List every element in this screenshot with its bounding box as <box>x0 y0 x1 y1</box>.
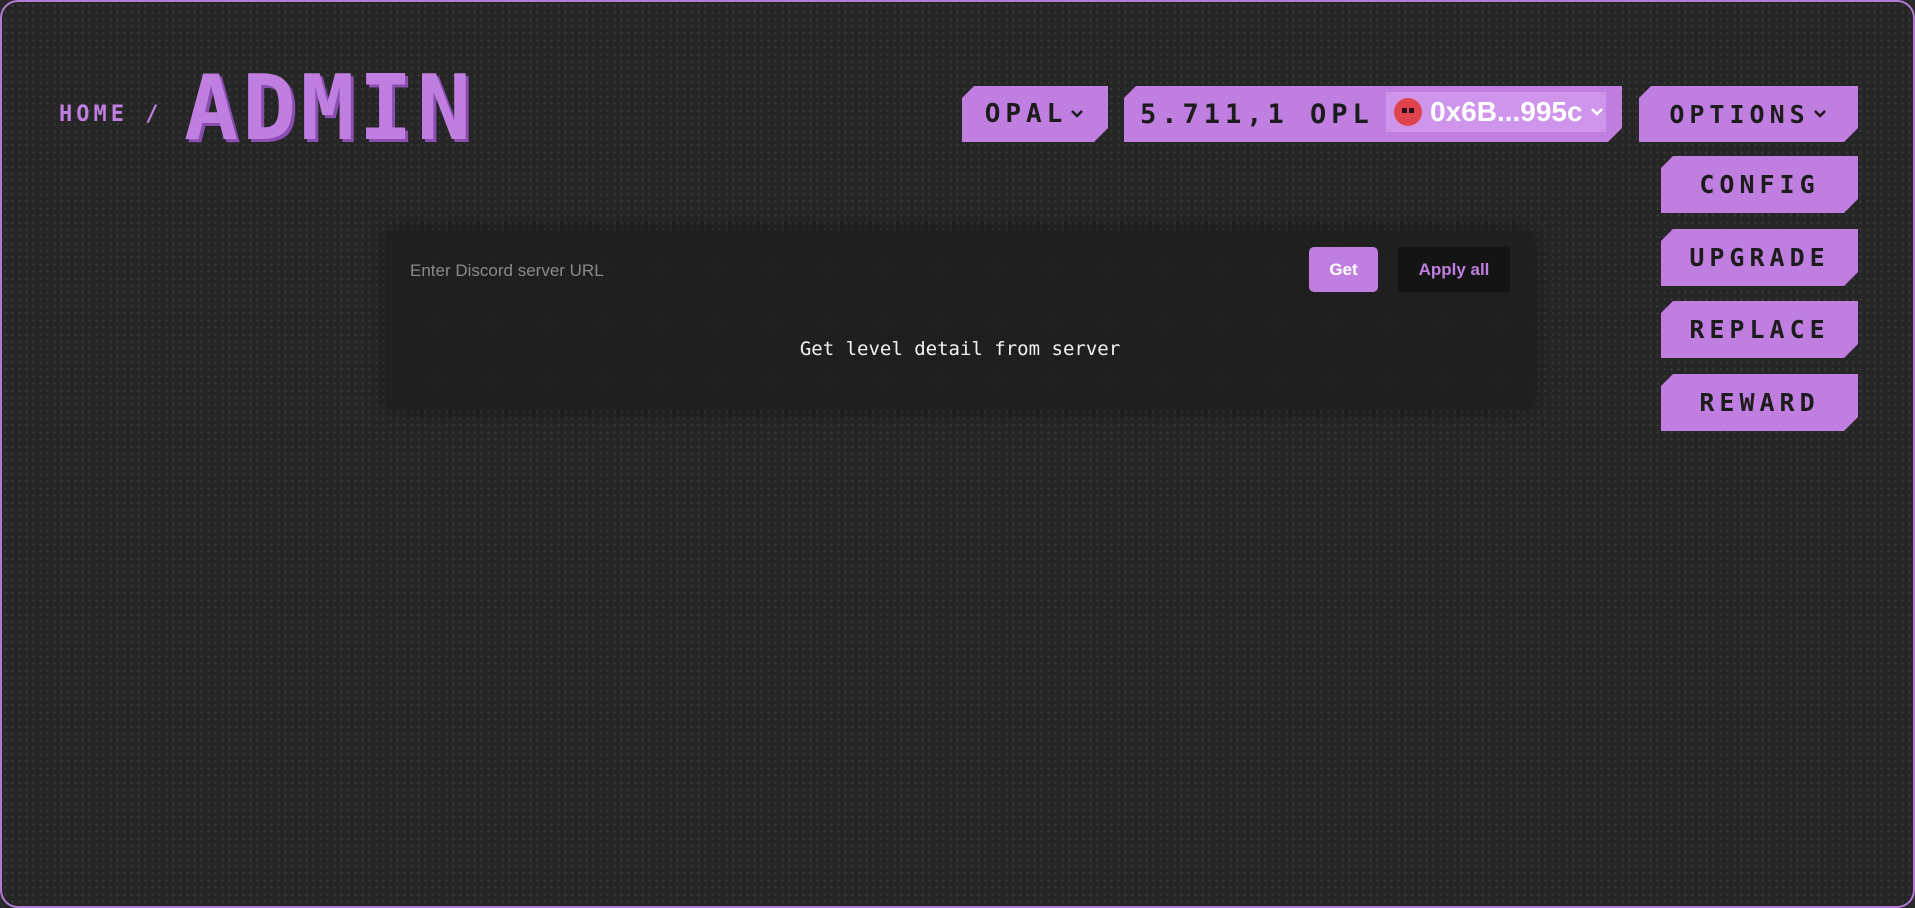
reward-button[interactable]: REWARD <box>1661 374 1858 431</box>
token-selector-button[interactable]: OPAL <box>962 86 1108 142</box>
server-lookup-panel: Get Apply all Get level detail from serv… <box>386 230 1534 410</box>
chevron-down-icon <box>1812 106 1828 122</box>
replace-button[interactable]: REPLACE <box>1661 301 1858 358</box>
balance-label: 5.711,1 OPL <box>1140 98 1374 130</box>
discord-url-input[interactable] <box>408 250 1102 292</box>
chevron-down-icon <box>1589 104 1605 120</box>
apply-all-button[interactable]: Apply all <box>1398 247 1510 292</box>
app-frame: HOME / ADMIN OPAL 5.711,1 OPL 0x6B...995… <box>0 0 1915 908</box>
get-button[interactable]: Get <box>1309 247 1378 292</box>
config-button[interactable]: CONFIG <box>1661 156 1858 213</box>
upgrade-button[interactable]: UPGRADE <box>1661 229 1858 286</box>
page-title: ADMIN <box>184 56 475 161</box>
token-selector-label: OPAL <box>984 99 1068 129</box>
balance-bar: 5.711,1 OPL 0x6B...995c <box>1124 86 1622 142</box>
avatar-icon <box>1394 98 1422 126</box>
wallet-address: 0x6B...995c <box>1430 96 1583 127</box>
wallet-button[interactable]: 0x6B...995c <box>1386 92 1606 132</box>
level-detail-message: Get level detail from server <box>799 338 1121 360</box>
breadcrumb-home[interactable]: HOME / <box>59 102 162 127</box>
options-button[interactable]: OPTIONS <box>1639 86 1858 142</box>
chevron-down-icon <box>1069 106 1085 122</box>
options-label: OPTIONS <box>1669 99 1810 129</box>
